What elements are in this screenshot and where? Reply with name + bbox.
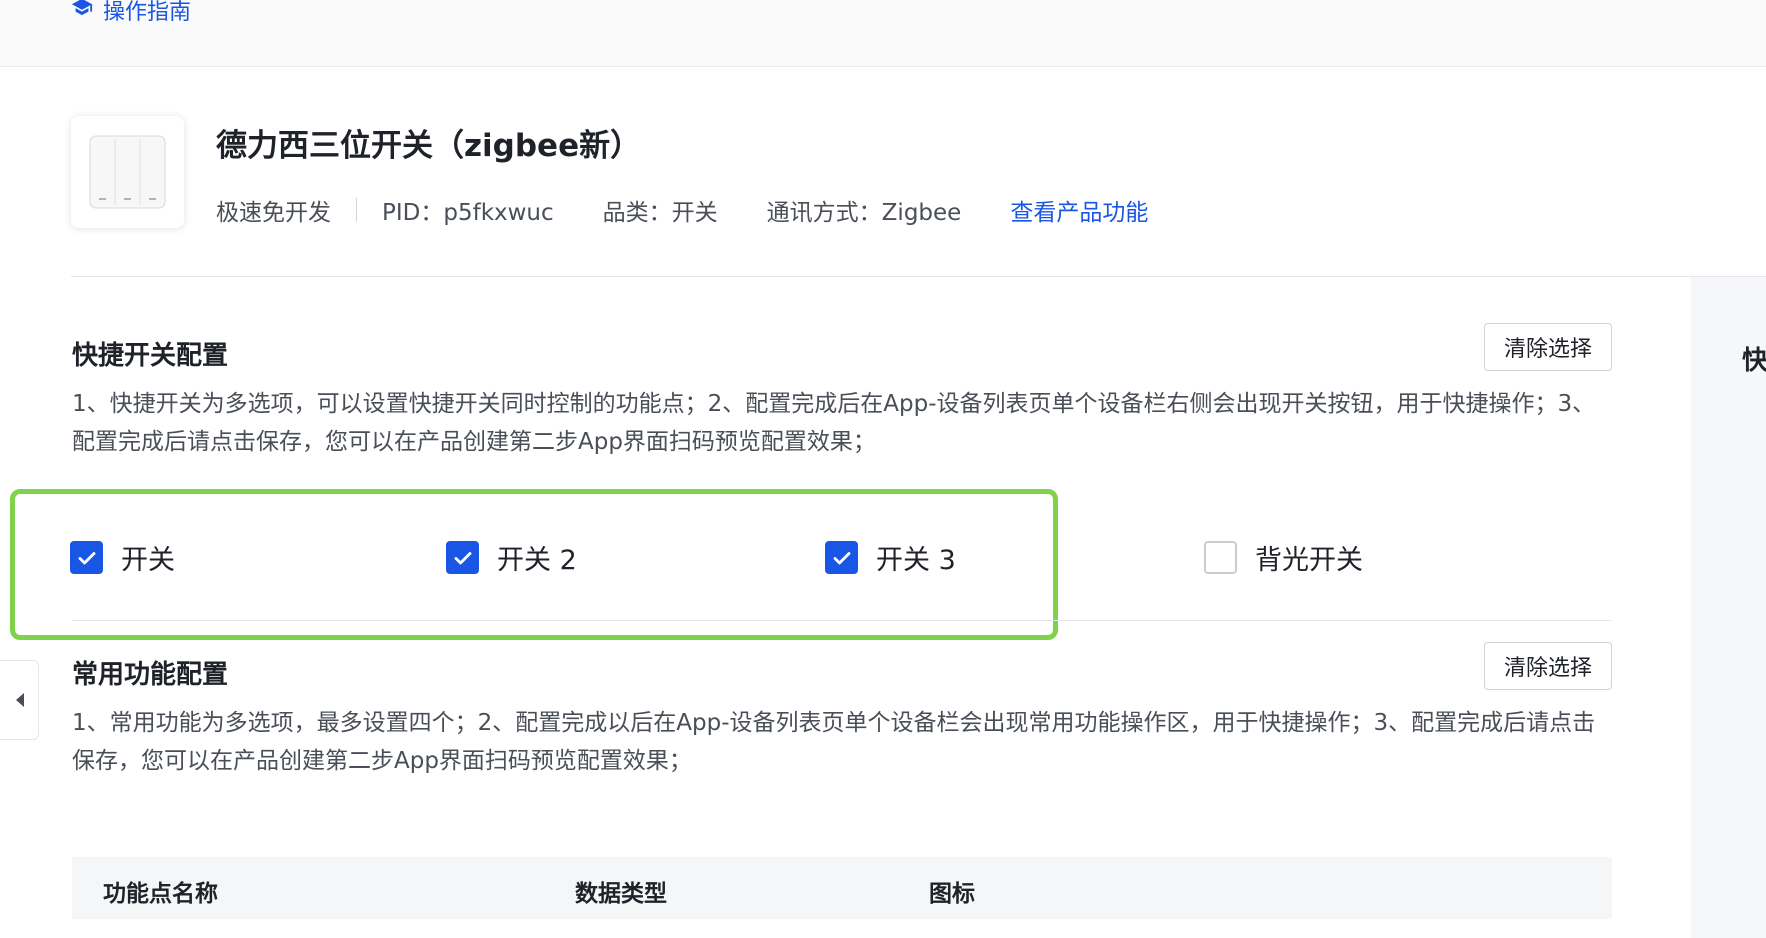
top-bar: 操作指南 — [0, 0, 1766, 67]
dev-mode: 极速免开发 — [216, 200, 331, 226]
common-functions-description: 1、常用功能为多选项，最多设置四个；2、配置完成以后在App-设备列表页单个设备… — [72, 710, 1596, 774]
quick-switch-option-4[interactable]: 背光开关 — [1204, 538, 1363, 577]
highlight-annotation — [10, 489, 1058, 640]
right-panel-title: 快 — [1742, 346, 1766, 376]
guide-label: 操作指南 — [103, 0, 192, 25]
quick-switch-clear-button[interactable]: 清除选择 — [1484, 323, 1612, 371]
option-label: 背光开关 — [1255, 545, 1363, 576]
section-divider — [72, 620, 1612, 621]
meta-divider — [356, 198, 357, 222]
product-category: 品类：开关 — [602, 200, 718, 226]
product-image — [71, 116, 184, 228]
quick-switch-description: 1、快捷开关为多选项，可以设置快捷开关同时控制的功能点；2、配置完成后在App-… — [72, 391, 1596, 455]
sidebar-collapse-handle[interactable] — [0, 660, 39, 740]
common-functions-title: 常用功能配置 — [72, 660, 229, 690]
quick-switch-title: 快捷开关配置 — [72, 341, 229, 371]
caret-left-icon — [15, 693, 24, 707]
switch-device-icon — [89, 135, 166, 209]
product-meta: 极速免开发 PID：p5fkxwuc 品类：开关 通讯方式：Zigbee 查看产… — [216, 193, 1148, 227]
functions-table-header: 功能点名称 数据类型 图标 — [72, 857, 1612, 919]
header-divider — [71, 276, 1766, 277]
guide-link[interactable]: 操作指南 — [71, 0, 191, 26]
graduation-cap-icon — [71, 0, 93, 24]
column-header-type: 数据类型 — [575, 881, 667, 907]
product-pid: PID：p5fkxwuc — [382, 200, 554, 226]
common-functions-clear-button[interactable]: 清除选择 — [1484, 642, 1612, 690]
product-protocol: 通讯方式：Zigbee — [766, 200, 962, 226]
column-header-icon: 图标 — [929, 881, 975, 907]
view-features-link[interactable]: 查看产品功能 — [1010, 193, 1148, 227]
column-header-name: 功能点名称 — [103, 881, 218, 907]
product-name: 德力西三位开关（zigbee新） — [216, 128, 642, 164]
checkbox-unchecked[interactable] — [1204, 541, 1237, 574]
